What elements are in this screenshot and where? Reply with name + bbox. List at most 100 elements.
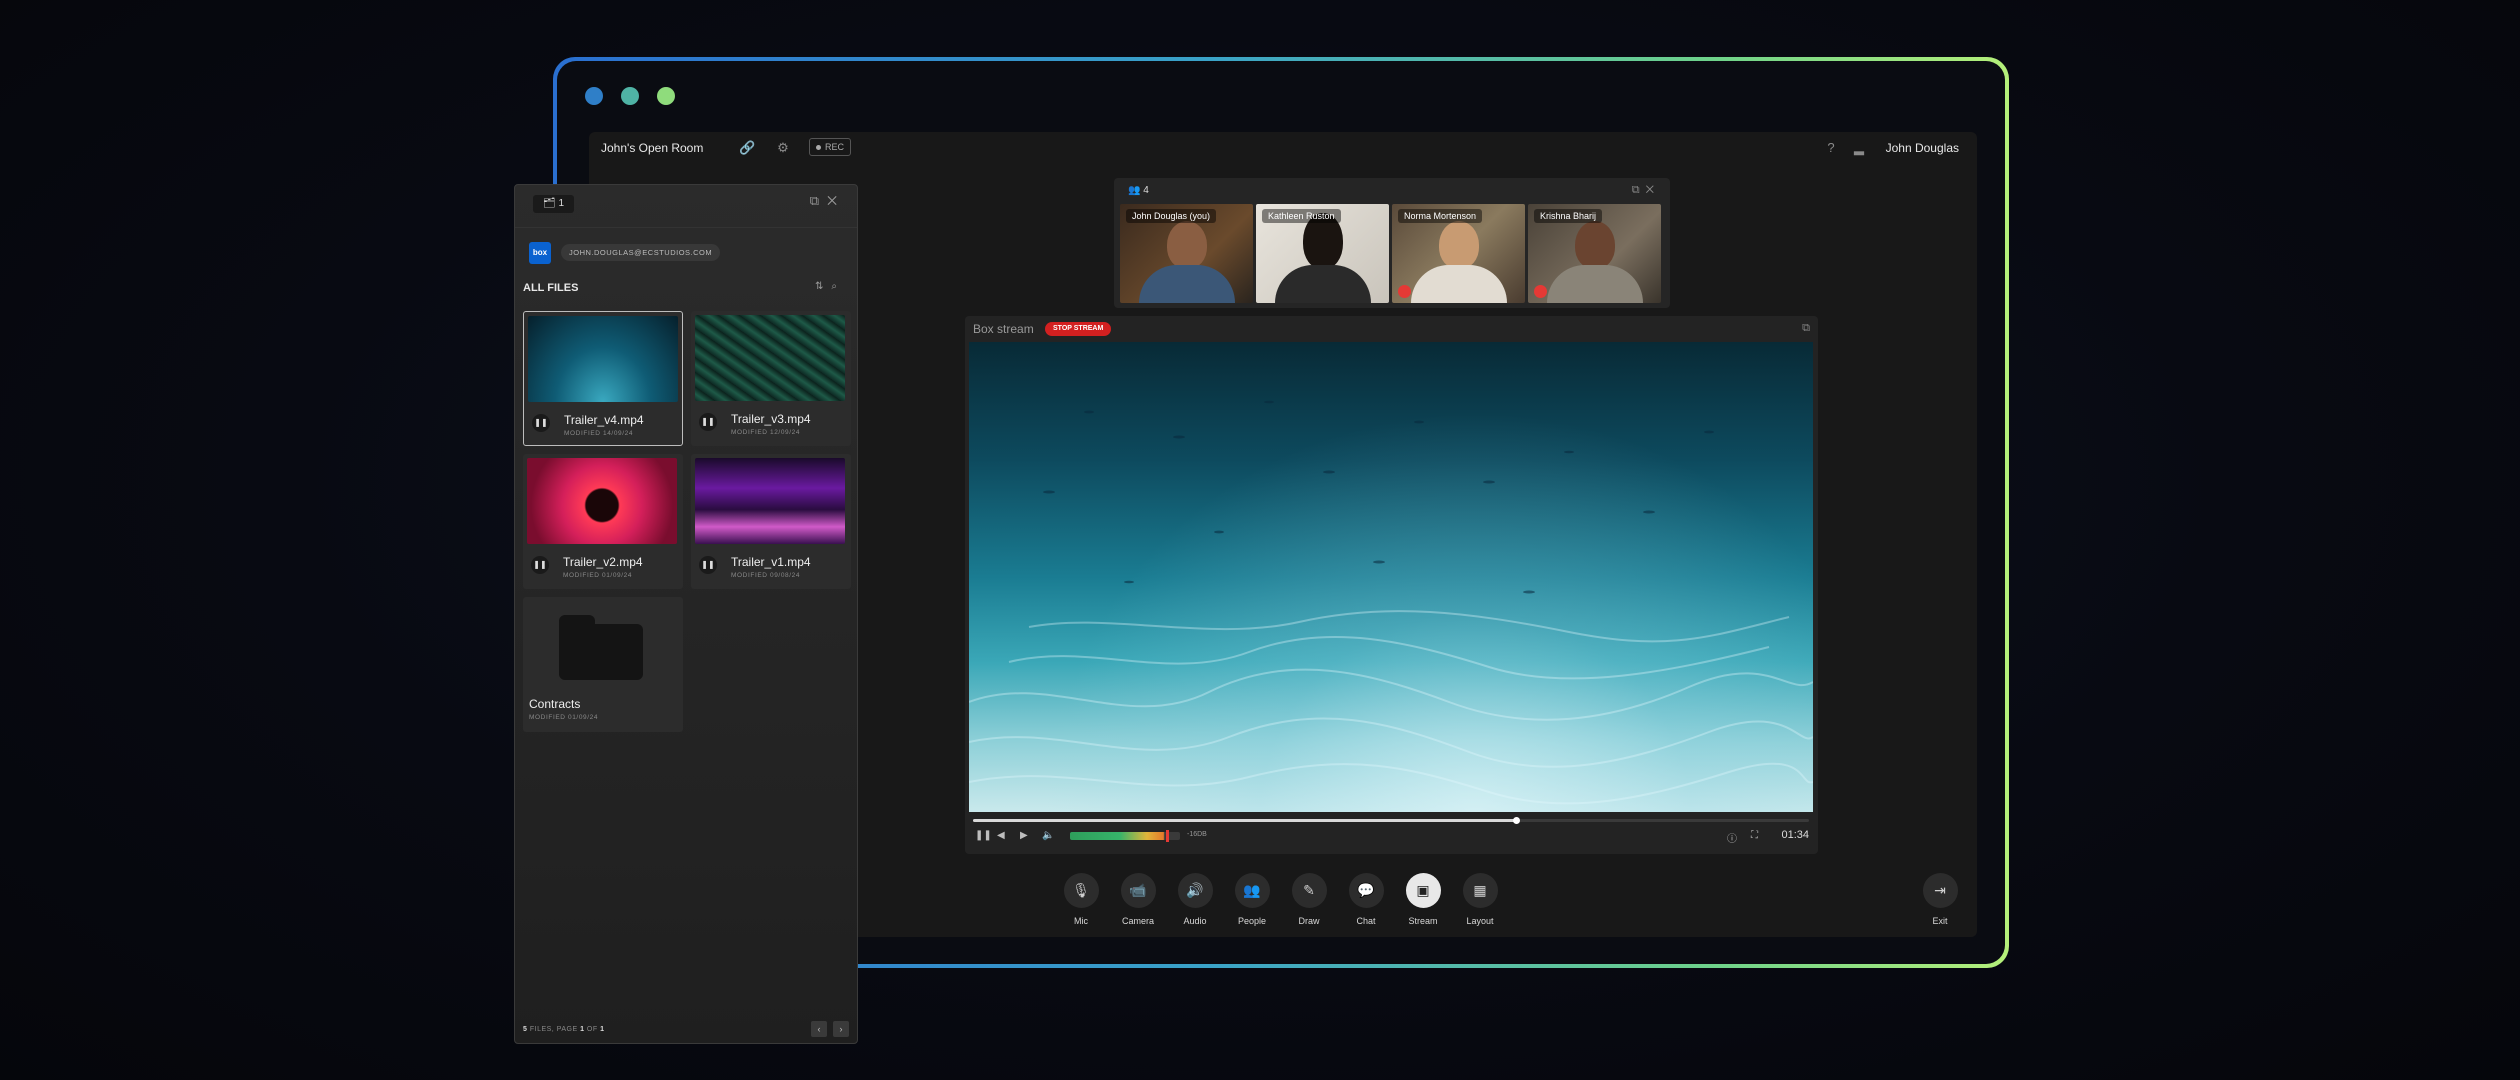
box-logo: box [529, 242, 551, 264]
stream-video[interactable] [969, 342, 1813, 812]
playback-progress[interactable] [973, 817, 1809, 824]
pagination-info: 5 FILES, PAGE 1 OF 1 [523, 1026, 605, 1033]
window-controls [585, 87, 675, 105]
file-card[interactable]: ❚❚ Trailer_v1.mp4 MODIFIED 09/08/24 [691, 454, 851, 589]
pause-icon[interactable]: ❚❚ [532, 414, 550, 432]
file-modified: MODIFIED 09/08/24 [731, 572, 801, 579]
chat-button[interactable]: 💬 Chat [1347, 873, 1385, 926]
close-icon[interactable]: ✕ [827, 193, 845, 208]
stream-panel: Box stream STOP STREAM ⧉ ❚❚ ◀ ▶ 🔈 -16DB … [965, 316, 1818, 854]
files-badge: 🗂 1 [533, 195, 575, 213]
file-thumbnail [695, 315, 845, 401]
chat-icon: 💬 [1348, 873, 1384, 908]
pen-icon: ✎ [1291, 873, 1327, 908]
participant-count: 👥 4 [1128, 185, 1149, 196]
exit-button[interactable]: ⇥ Exit [1921, 873, 1959, 926]
file-card[interactable]: ❚❚ Trailer_v4.mp4 MODIFIED 14/09/24 [523, 311, 683, 446]
participant-video [1138, 221, 1235, 303]
folder-icon [559, 615, 643, 680]
muted-mic-icon [1398, 285, 1411, 298]
sort-icon[interactable]: ⇅ [815, 281, 831, 292]
participant-video [1410, 221, 1507, 303]
files-panel-actions: ⧉✕ [810, 193, 845, 209]
pause-icon[interactable]: ❚❚ [699, 556, 717, 574]
top-bar: John's Open Room 🔗 ⚙ REC ? ▂ John Dougla… [589, 132, 1977, 162]
files-panel: 🗂 1 ⧉✕ box JOHN.DOUGLAS@ECSTUDIOS.COM AL… [514, 184, 858, 1044]
close-dot[interactable] [585, 87, 603, 105]
file-modified: MODIFIED 01/09/24 [563, 572, 633, 579]
chevron-left-icon[interactable]: ‹ [811, 1021, 827, 1037]
folder-name: Contracts [529, 697, 581, 711]
popout-icon[interactable]: ⧉ [810, 193, 827, 208]
fullscreen-icon[interactable]: ⛶ [1751, 830, 1758, 841]
signal-icon: ▂ [1854, 140, 1864, 155]
file-modified: MODIFIED 14/09/24 [564, 430, 634, 437]
rec-badge[interactable]: REC [809, 138, 852, 156]
section-heading: ALL FILES [523, 282, 579, 294]
chevron-right-icon[interactable]: › [833, 1021, 849, 1037]
file-name: Trailer_v3.mp4 [731, 412, 811, 426]
grid-icon: ▦ [1462, 873, 1498, 908]
volume-icon[interactable]: 🔈 [1042, 830, 1054, 841]
rewind-icon[interactable]: ◀ [997, 830, 1005, 841]
participant-name: Norma Mortenson [1398, 209, 1483, 223]
account-email[interactable]: JOHN.DOUGLAS@ECSTUDIOS.COM [561, 244, 721, 261]
file-modified: MODIFIED 12/09/24 [731, 429, 801, 436]
folder-modified: MODIFIED 01/09/24 [529, 714, 599, 721]
participant-tile[interactable]: Kathleen Ruston [1256, 204, 1389, 303]
db-readout: -16DB [1187, 831, 1207, 838]
popout-icon[interactable]: ⧉ [1632, 184, 1646, 196]
search-icon[interactable]: ⌕ [831, 281, 845, 292]
popout-icon[interactable]: ⧉ [1802, 322, 1810, 335]
info-icon[interactable]: ⓘ [1727, 830, 1737, 845]
close-icon[interactable]: ✕ [1646, 184, 1660, 196]
volume-meter[interactable] [1070, 830, 1180, 842]
gear-icon[interactable]: ⚙ [775, 140, 791, 156]
pause-icon[interactable]: ❚❚ [699, 413, 717, 431]
stream-icon: ▣ [1405, 873, 1441, 908]
pause-icon[interactable]: ❚❚ [975, 830, 992, 841]
muted-mic-icon [1534, 285, 1547, 298]
minimize-dot[interactable] [621, 87, 639, 105]
file-name: Trailer_v4.mp4 [564, 413, 644, 427]
forward-icon[interactable]: ▶ [1020, 830, 1028, 841]
participant-video [1546, 221, 1643, 303]
divider [515, 227, 857, 228]
participants-strip: 👥 4 ⧉✕ John Douglas (you) Kathleen Rusto… [1114, 178, 1670, 308]
playback-time: 01:34 [1781, 829, 1809, 841]
participant-name: Krishna Bharij [1534, 209, 1603, 223]
file-thumbnail [527, 458, 677, 544]
stream-title: Box stream [973, 322, 1034, 336]
file-thumbnail [695, 458, 845, 544]
file-card[interactable]: ❚❚ Trailer_v2.mp4 MODIFIED 01/09/24 [523, 454, 683, 589]
maximize-dot[interactable] [657, 87, 675, 105]
room-title: John's Open Room [601, 141, 704, 155]
participant-tile[interactable]: John Douglas (you) [1120, 204, 1253, 303]
pause-icon[interactable]: ❚❚ [531, 556, 549, 574]
audio-button[interactable]: 🔊 Audio [1176, 873, 1214, 926]
participant-tile[interactable]: Norma Mortenson [1392, 204, 1525, 303]
people-button[interactable]: 👥 People [1233, 873, 1271, 926]
help-icon[interactable]: ? [1823, 140, 1839, 156]
participant-tile[interactable]: Krishna Bharij [1528, 204, 1661, 303]
stream-button[interactable]: ▣ Stream [1404, 873, 1442, 926]
mic-button[interactable]: 🎙 Mic [1062, 873, 1100, 926]
link-icon[interactable]: 🔗 [739, 140, 755, 156]
user-name[interactable]: John Douglas [1886, 141, 1959, 155]
folder-card[interactable]: Contracts MODIFIED 01/09/24 [523, 597, 683, 732]
file-card[interactable]: ❚❚ Trailer_v3.mp4 MODIFIED 12/09/24 [691, 311, 851, 446]
exit-icon: ⇥ [1922, 873, 1958, 908]
layout-button[interactable]: ▦ Layout [1461, 873, 1499, 926]
draw-button[interactable]: ✎ Draw [1290, 873, 1328, 926]
people-icon: 👥 [1234, 873, 1270, 908]
pagination-controls: ‹ › [811, 1021, 849, 1037]
stop-stream-button[interactable]: STOP STREAM [1045, 322, 1112, 336]
camera-button[interactable]: 📹 Camera [1119, 873, 1157, 926]
participant-name: John Douglas (you) [1126, 209, 1217, 223]
file-name: Trailer_v1.mp4 [731, 555, 811, 569]
file-actions: ⇅⌕ [815, 281, 845, 292]
speaker-icon: 🔊 [1177, 873, 1213, 908]
file-name: Trailer_v2.mp4 [563, 555, 643, 569]
participant-name: Kathleen Ruston [1262, 209, 1341, 223]
file-thumbnail [528, 316, 678, 402]
